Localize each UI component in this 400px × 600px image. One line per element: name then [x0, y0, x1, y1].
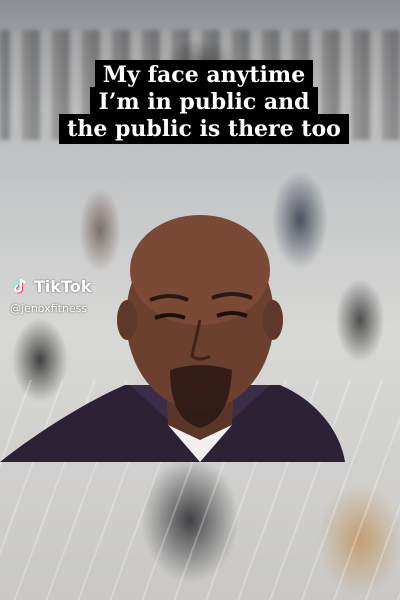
tiktok-username: @jenoxfitness: [10, 302, 88, 315]
tiktok-watermark: TikTok @jenoxfitness: [10, 276, 92, 316]
caption-line-2: I’m in public and: [90, 87, 318, 117]
caption-line-3: the public is there too: [59, 114, 349, 144]
tiktok-brand-label: TikTok: [34, 276, 92, 296]
caption-line-1: My face anytime: [94, 60, 314, 90]
tiktok-logo-icon: [12, 277, 26, 294]
meme-caption: My face anytime I’m in public and the pu…: [45, 60, 363, 144]
